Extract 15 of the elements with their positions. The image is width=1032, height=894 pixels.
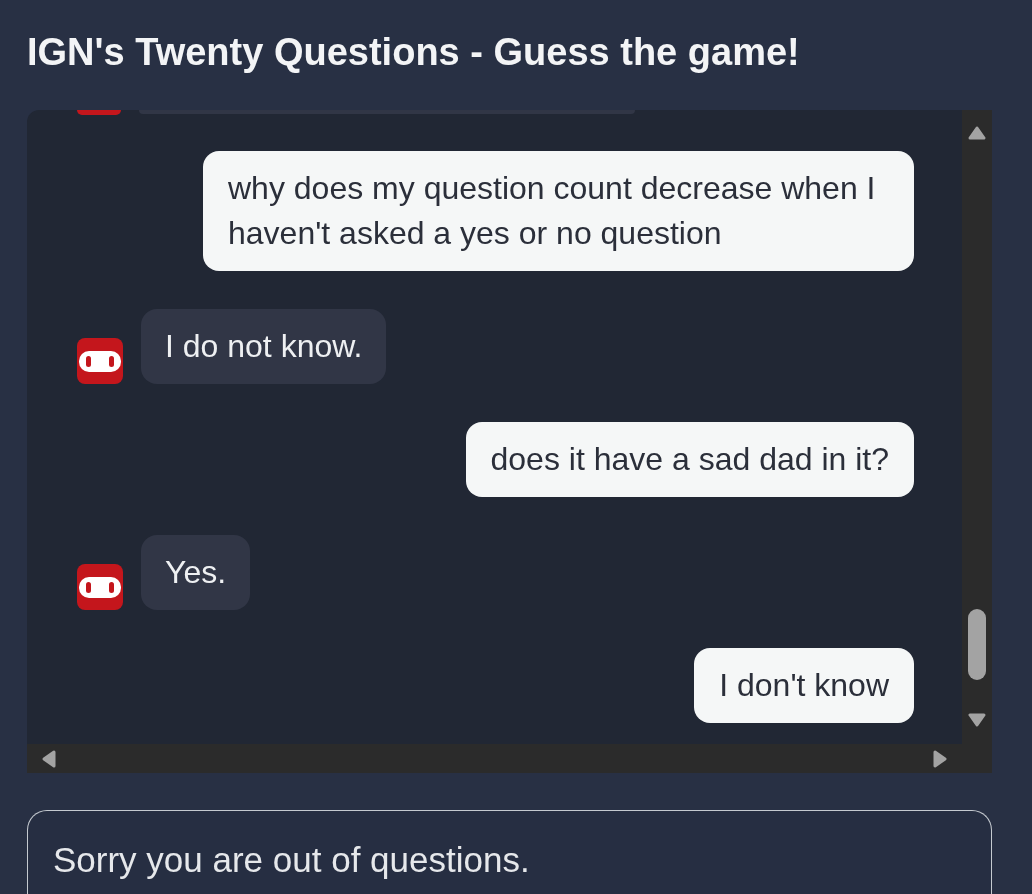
robot-avatar-icon	[77, 564, 123, 610]
scroll-down-arrow-icon[interactable]	[968, 713, 986, 727]
page-title: IGN's Twenty Questions - Guess the game!	[27, 30, 800, 74]
bot-message: I do not know.	[141, 309, 387, 384]
robot-avatar-icon	[77, 338, 123, 384]
scroll-left-arrow-icon[interactable]	[42, 749, 56, 768]
bot-message: Yes.	[141, 535, 251, 610]
user-message: I don't know	[694, 648, 914, 723]
cut-off-avatar-icon	[77, 110, 121, 115]
user-message: why does my question count decrease when I haven't asked a yes or no question	[203, 151, 914, 271]
scroll-right-arrow-icon[interactable]	[933, 749, 947, 768]
scroll-up-arrow-icon[interactable]	[968, 126, 986, 140]
message-input-field[interactable]: Sorry you are out of questions.	[27, 810, 992, 894]
scrollbar-thumb[interactable]	[968, 609, 986, 680]
user-message: does it have a sad dad in it?	[465, 422, 914, 497]
